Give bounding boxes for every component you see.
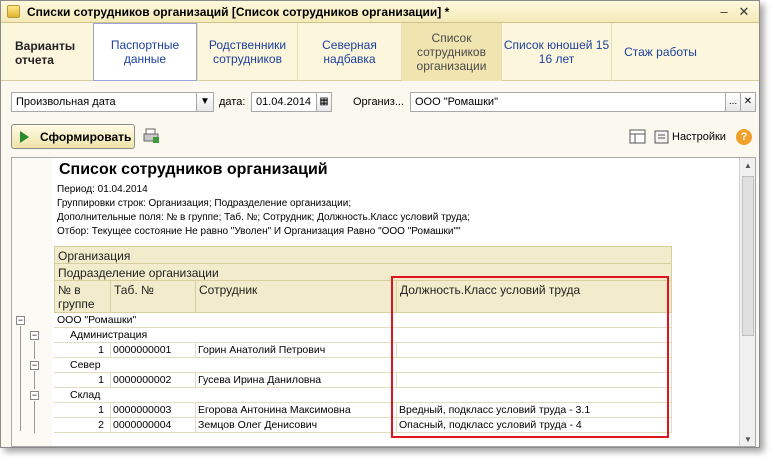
panel-icon[interactable] [629,129,647,145]
header-tab-number: Таб. № [110,280,196,313]
tab-employee-relatives[interactable]: Родственники сотрудников [197,23,297,81]
organization-input[interactable]: ООО "Ромашки" [410,92,726,112]
report-selection: Отбор: Текущее состояние Не равно "Уволе… [57,226,461,237]
chevron-down-icon[interactable]: ▼ [196,92,214,112]
row-tab-number: 0000000002 [110,373,196,388]
row-employee: Горин Анатолий Петрович [195,343,397,358]
tab-work-experience[interactable]: Стаж работы [611,23,709,81]
organization-label: Организ... [353,96,404,108]
vertical-scrollbar[interactable]: ▲ ▼ [739,158,755,446]
collapse-icon[interactable]: − [30,361,39,370]
row-employee: Гусева Ирина Даниловна [195,373,397,388]
calendar-icon[interactable]: ▦ [316,92,332,112]
date-input[interactable]: 01.04.2014 [251,92,317,112]
row-number: 2 [54,418,111,433]
tab-northern-bonus[interactable]: Северная надбавка [297,23,401,81]
row-tab-number: 0000000003 [110,403,196,418]
tree-line [34,371,35,389]
grouping-gutter [12,158,52,446]
app-icon [7,5,20,18]
settings-icon[interactable] [653,129,671,145]
row-tab-number: 0000000004 [110,418,196,433]
report-variants-bar: Варианты отчета Паспортные данные Родств… [1,23,759,81]
window-title: Списки сотрудников организаций [Список с… [27,5,450,19]
tab-youth-list[interactable]: Список юношей 15 16 лет [501,23,611,81]
generate-button[interactable]: Сформировать [11,124,135,149]
period-type-select[interactable]: Произвольная дата [11,92,197,112]
tree-line [20,326,21,431]
select-ellipsis-icon[interactable]: ... [725,92,741,112]
row-number: 1 [54,373,111,388]
tab-employee-list[interactable]: Список сотрудников организации [401,23,501,81]
report-extra-fields: Дополнительные поля: № в группе; Таб. №;… [57,212,471,223]
row-employee: Егорова Антонина Максимовна [195,403,397,418]
tree-line [34,341,35,359]
generate-label: Сформировать [40,130,132,144]
date-label: дата: [219,96,246,108]
row-number: 1 [54,403,111,418]
row-number: 1 [54,343,111,358]
report-window: Списки сотрудников организаций [Список с… [0,0,760,448]
title-bar: Списки сотрудников организаций [Список с… [1,1,759,23]
row-tab-number: 0000000001 [110,343,196,358]
report-title: Список сотрудников организаций [59,161,328,178]
close-icon[interactable]: ✕ [736,4,752,20]
header-organization: Организация [54,246,672,264]
minimize-icon[interactable]: – [716,4,732,20]
settings-label[interactable]: Настройки [672,131,726,143]
report-grouping: Группировки строк: Организация; Подразде… [57,198,352,209]
scroll-thumb[interactable] [742,176,754,336]
help-icon[interactable]: ? [736,129,752,145]
collapse-icon[interactable]: − [30,391,39,400]
row-employee: Земцов Олег Денисович [195,418,397,433]
print-icon[interactable] [143,128,161,144]
highlight-box [391,276,669,438]
tab-passport-data[interactable]: Паспортные данные [93,23,197,81]
collapse-icon[interactable]: − [16,316,25,325]
report-period: Период: 01.04.2014 [57,184,148,195]
report-variants-label: Варианты отчета [15,39,76,67]
clear-icon[interactable]: ✕ [740,92,756,112]
scroll-down-icon[interactable]: ▼ [740,432,755,446]
tree-line [34,401,35,433]
play-icon [20,131,29,143]
header-number: № в группе [54,280,111,313]
scroll-up-icon[interactable]: ▲ [740,158,755,174]
collapse-icon[interactable]: − [30,331,39,340]
header-employee: Сотрудник [195,280,397,313]
